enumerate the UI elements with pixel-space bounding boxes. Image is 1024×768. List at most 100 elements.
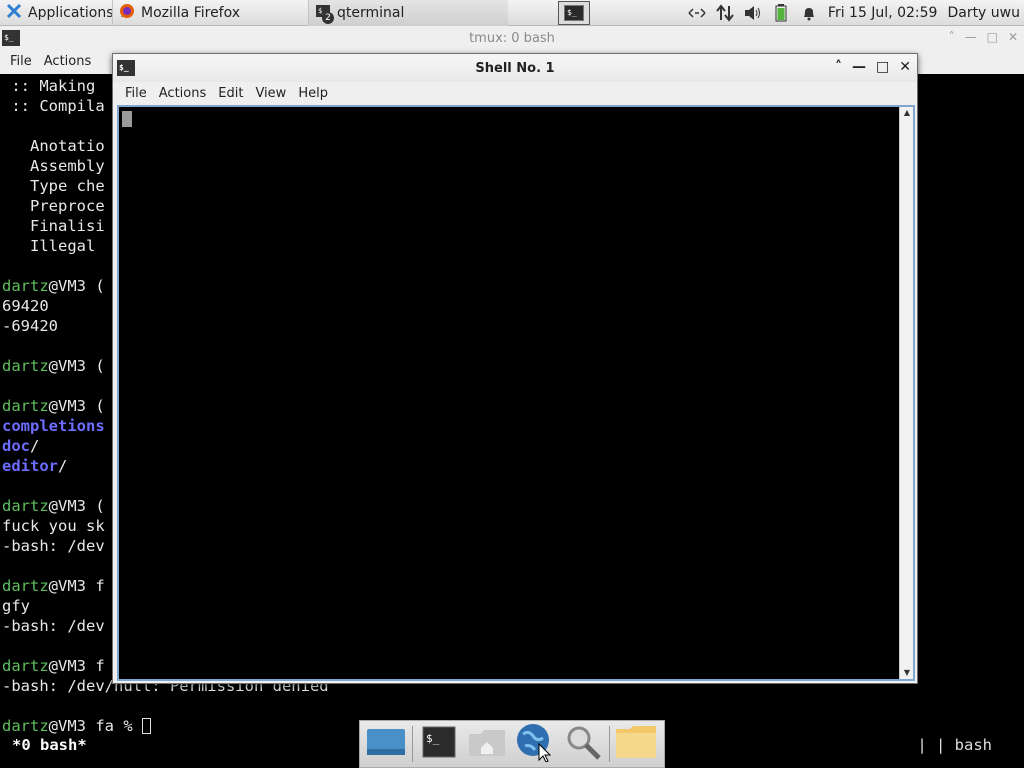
directory-name: editor (2, 457, 58, 475)
web-browser-button[interactable] (513, 723, 557, 765)
terminal-dock-button[interactable]: $_ (417, 723, 461, 765)
prompt-username: dartz (2, 397, 49, 415)
dock-separator (609, 726, 610, 762)
firefox-icon (119, 3, 135, 23)
search-button[interactable] (561, 723, 605, 765)
svg-text:$_: $_ (119, 63, 129, 72)
show-desktop-button[interactable] (364, 723, 408, 765)
shell-menubar: File Actions Edit View Help (113, 82, 917, 106)
window-count-badge: 2 (322, 12, 334, 24)
minimize-icon[interactable]: — (852, 59, 866, 75)
scroll-up-icon[interactable]: ▲ (900, 107, 914, 119)
line-text: 69420 (2, 297, 49, 315)
line-text: @VM3 ( (48, 277, 105, 295)
menu-file[interactable]: File (119, 82, 153, 106)
battery-icon[interactable] (772, 4, 790, 22)
line-text: Assembly (2, 157, 105, 175)
terminal-icon: $_ (117, 59, 135, 81)
line-text: @VM3 ( (48, 397, 105, 415)
shell-window: $_ Shell No. 1 ˄ — □ ✕ File Actions Edit… (112, 53, 918, 684)
svg-text:$_: $_ (426, 732, 440, 745)
line-text: fuck you sk (2, 517, 105, 535)
line-text: @VM3 f (48, 577, 105, 595)
line-text: gfy (2, 597, 30, 615)
scroll-down-icon[interactable]: ▼ (900, 667, 914, 679)
text-cursor (122, 111, 132, 127)
taskbar-firefox[interactable]: Mozilla Firefox (112, 0, 308, 26)
menu-file[interactable]: File (4, 50, 38, 74)
network-updown-icon[interactable] (716, 4, 734, 22)
tmux-status-right: | | bash (917, 736, 992, 754)
xfce-logo-icon (6, 3, 22, 23)
clock[interactable]: Fri 15 Jul, 02:59 (828, 5, 938, 21)
top-panel: Applications ≣ Mozilla Firefox $_ qtermi… (0, 0, 1024, 26)
applications-menu-button[interactable]: Applications ≣ (0, 0, 131, 26)
shade-icon[interactable]: ˄ (949, 30, 955, 44)
line-text: -bash: /dev (2, 537, 105, 555)
svg-text:$_: $_ (4, 33, 14, 42)
shade-icon[interactable]: ˄ (835, 59, 842, 75)
text-cursor (142, 718, 151, 734)
home-folder-button[interactable] (465, 723, 509, 765)
line-text: Preproce (2, 197, 105, 215)
terminal-launcher-button[interactable]: $_ (558, 1, 590, 25)
menu-edit[interactable]: Edit (212, 82, 249, 106)
maximize-icon[interactable]: □ (876, 59, 889, 75)
prompt-username: dartz (2, 497, 49, 515)
line-text: -69420 (2, 317, 58, 335)
line-text: @VM3 ( (48, 357, 105, 375)
scrollbar[interactable]: ▲ ▼ (899, 107, 913, 679)
tmux-window-titlebar[interactable]: $_ tmux: 0 bash ˄ — □ ✕ (0, 26, 1024, 50)
line-text: :: Making (2, 77, 96, 95)
close-icon[interactable]: ✕ (899, 59, 911, 75)
globe-icon (515, 722, 555, 766)
line-text: Illegal (2, 237, 105, 255)
line-text: Type che (2, 177, 105, 195)
terminal-icon: $_ (564, 5, 584, 21)
applications-label: Applications (28, 4, 114, 21)
terminal-icon: $_ (2, 29, 20, 51)
user-menu[interactable]: Darty uwu (947, 5, 1020, 21)
minimize-icon[interactable]: — (965, 30, 977, 44)
system-tray: Fri 15 Jul, 02:59 Darty uwu (688, 0, 1024, 26)
menu-actions[interactable]: Actions (153, 82, 213, 106)
folder-icon (615, 725, 657, 763)
terminal-area[interactable]: ▲ ▼ (117, 105, 915, 681)
menu-actions[interactable]: Actions (38, 50, 98, 74)
shell-window-titlebar[interactable]: $_ Shell No. 1 ˄ — □ ✕ (113, 54, 917, 82)
line-text: :: Compila (2, 97, 105, 115)
line-text: @VM3 fa % (48, 717, 142, 735)
menu-view[interactable]: View (249, 82, 292, 106)
window-title: Shell No. 1 (475, 60, 555, 76)
line-text: / (58, 457, 68, 475)
home-folder-icon (467, 726, 507, 762)
tmux-status-window: *0 bash* (12, 736, 87, 754)
prompt-username: dartz (2, 577, 49, 595)
line-text: -bash: /dev (2, 617, 105, 635)
menu-help[interactable]: Help (292, 82, 334, 106)
dock-separator (412, 726, 413, 762)
desktop-icon (366, 727, 406, 761)
dock: $_ (359, 720, 665, 768)
directory-name: completions (2, 417, 105, 435)
files-button[interactable] (614, 723, 658, 765)
line-text: / (30, 437, 40, 455)
network-arrows-icon[interactable] (688, 4, 706, 22)
maximize-icon[interactable]: □ (987, 30, 998, 44)
prompt-username: dartz (2, 357, 49, 375)
qterminal-label: qterminal (337, 4, 405, 21)
notification-bell-icon[interactable] (800, 4, 818, 22)
taskbar-qterminal[interactable]: $_ qterminal (308, 0, 508, 26)
prompt-username: dartz (2, 277, 49, 295)
terminal-icon: $_ (422, 726, 456, 762)
close-icon[interactable]: ✕ (1008, 30, 1018, 44)
window-title: tmux: 0 bash (469, 30, 555, 46)
prompt-username: dartz (2, 717, 49, 735)
search-icon (563, 724, 603, 764)
line-text: @VM3 f (48, 657, 105, 675)
volume-icon[interactable] (744, 4, 762, 22)
directory-name: doc (2, 437, 30, 455)
line-text: Anotatio (2, 137, 105, 155)
prompt-username: dartz (2, 657, 49, 675)
